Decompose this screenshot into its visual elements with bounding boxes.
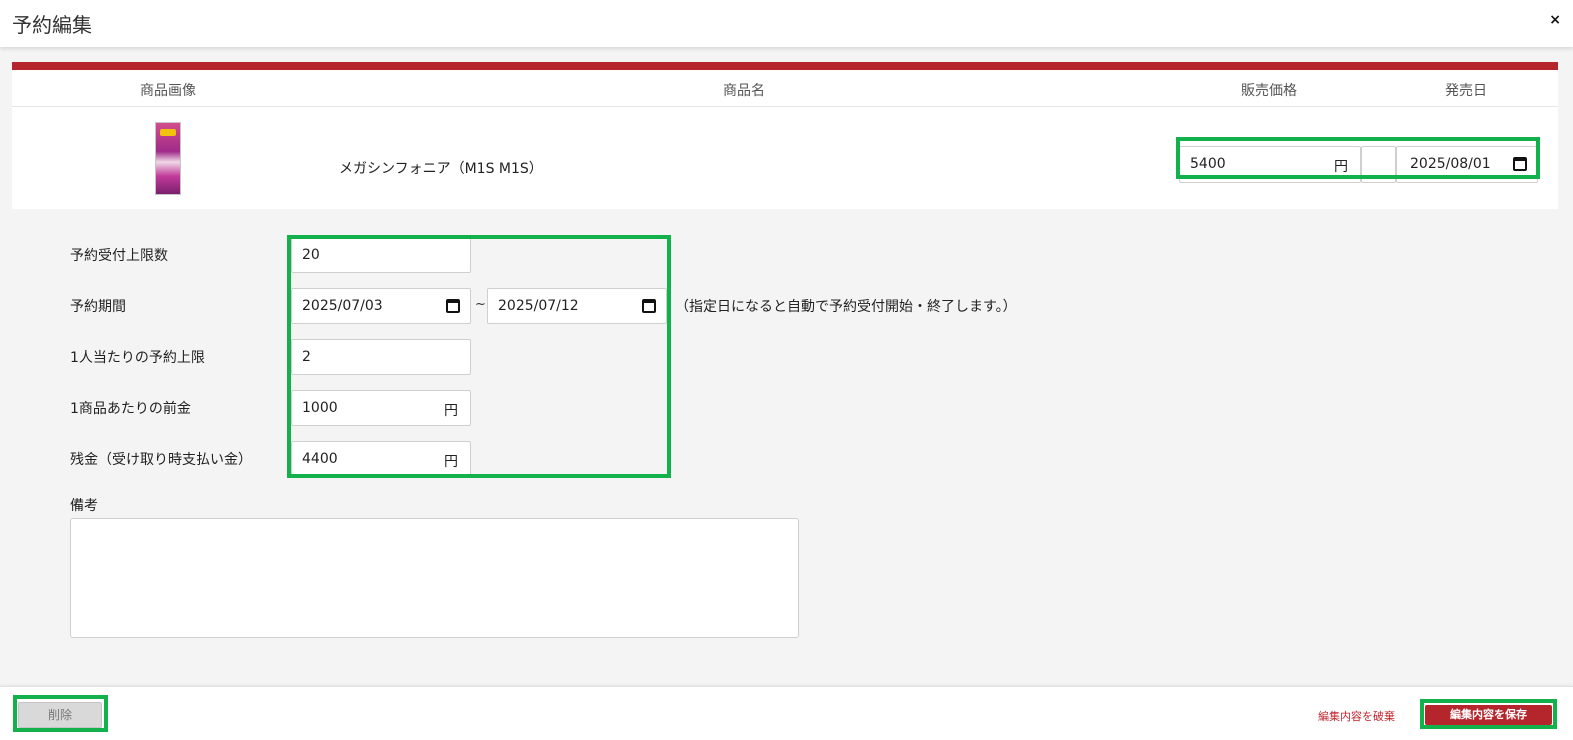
- deposit-label: 1商品あたりの前金: [70, 401, 191, 417]
- period-end-input[interactable]: 2025/07/12: [487, 288, 667, 324]
- column-header-release-date: 発売日: [1445, 83, 1487, 99]
- column-header-price: 販売価格: [1241, 83, 1297, 99]
- deposit-input[interactable]: 1000 円: [291, 390, 471, 426]
- period-end-value: 2025/07/12: [498, 298, 579, 314]
- period-start-input[interactable]: 2025/07/03: [291, 288, 471, 324]
- yen-unit: 円: [444, 454, 458, 470]
- balance-label: 残金（受け取り時支払い金）: [70, 452, 252, 468]
- modal-header: 予約編集 ×: [0, 0, 1573, 47]
- period-start-value: 2025/07/03: [302, 298, 383, 314]
- remarks-textarea[interactable]: [70, 518, 799, 638]
- limit-input[interactable]: 20: [291, 237, 471, 273]
- price-input[interactable]: 5400 円: [1179, 146, 1361, 183]
- calendar-icon[interactable]: [1513, 157, 1527, 171]
- release-date-input[interactable]: 2025/08/01: [1396, 146, 1538, 183]
- limit-label: 予約受付上限数: [70, 248, 168, 264]
- page-title: 予約編集: [12, 13, 92, 37]
- yen-unit: 円: [444, 403, 458, 419]
- deposit-value: 1000: [302, 400, 338, 416]
- yen-unit: 円: [1334, 159, 1348, 175]
- price-date-group: 5400 円 2025/08/01: [1179, 146, 1538, 183]
- price-spacer: [1361, 146, 1396, 183]
- close-icon[interactable]: ×: [1549, 12, 1561, 28]
- per-person-input[interactable]: 2: [291, 339, 471, 375]
- product-image: [155, 122, 181, 195]
- calendar-icon[interactable]: [642, 299, 656, 313]
- column-header-image: 商品画像: [140, 83, 196, 99]
- per-person-value: 2: [302, 349, 311, 365]
- product-table: 商品画像 商品名 販売価格 発売日 メガシンフォニア（M1S M1S） 5400…: [12, 62, 1558, 209]
- price-value: 5400: [1190, 156, 1226, 172]
- discard-link[interactable]: 編集内容を破棄: [1318, 708, 1395, 724]
- modal-footer: 削除 編集内容を破棄 編集内容を保存: [0, 686, 1573, 740]
- period-label: 予約期間: [70, 299, 126, 315]
- column-header-name: 商品名: [723, 83, 765, 99]
- product-name: メガシンフォニア（M1S M1S）: [339, 161, 543, 177]
- period-note: （指定日になると自動で予約受付開始・終了します。）: [675, 299, 1017, 315]
- balance-value: 4400: [302, 451, 338, 467]
- calendar-icon[interactable]: [446, 299, 460, 313]
- pack-logo: [160, 129, 176, 136]
- save-button[interactable]: 編集内容を保存: [1425, 705, 1552, 725]
- balance-input[interactable]: 4400 円: [291, 441, 471, 477]
- per-person-label: 1人当たりの予約上限: [70, 350, 205, 366]
- limit-value: 20: [302, 247, 320, 263]
- table-header: 商品画像 商品名 販売価格 発売日: [12, 70, 1558, 107]
- delete-button[interactable]: 削除: [18, 702, 102, 728]
- period-separator: ~: [475, 297, 486, 312]
- remarks-label: 備考: [70, 498, 98, 514]
- release-date-value: 2025/08/01: [1410, 156, 1491, 172]
